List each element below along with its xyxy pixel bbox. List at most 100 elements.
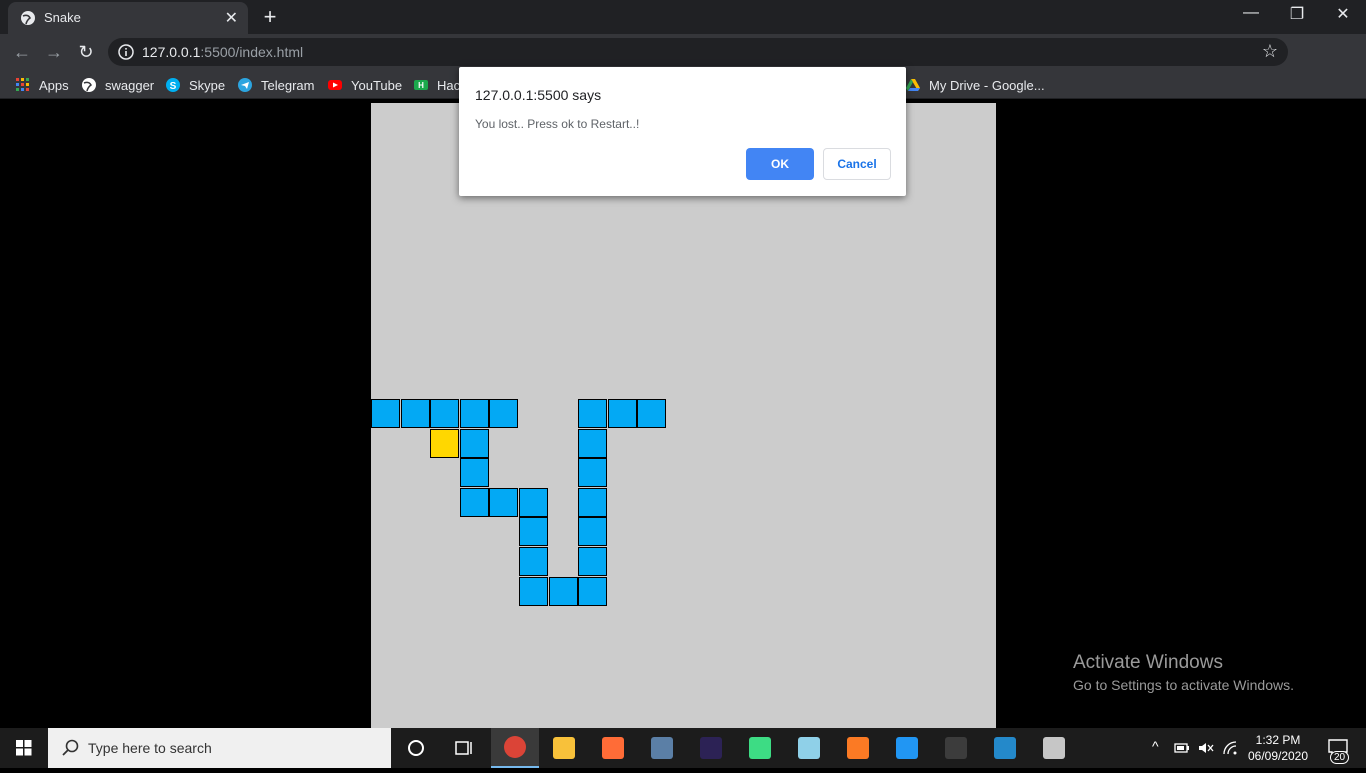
hackerrank-icon: H [414, 80, 428, 90]
food-cell [430, 429, 459, 458]
clock-date: 06/09/2020 [1247, 749, 1309, 763]
taskbar-app-eclipse[interactable] [687, 728, 735, 768]
search-placeholder: Type here to search [88, 740, 212, 756]
watermark-title: Activate Windows [1073, 652, 1223, 673]
chrome-icon [504, 736, 526, 758]
new-tab-icon[interactable]: + [260, 4, 280, 30]
minimize-icon[interactable]: — [1228, 4, 1274, 22]
restore-icon[interactable]: ❐ [1274, 4, 1320, 24]
skype-icon: S [166, 78, 180, 92]
dialog-message: You lost.. Press ok to Restart..! [475, 117, 640, 131]
snake-segment [578, 399, 607, 428]
taskbar-app-vscode[interactable] [981, 728, 1029, 768]
bookmark-hackerrank[interactable]: H Hac [414, 76, 460, 94]
task-view-icon [455, 741, 472, 755]
snake-segment [549, 577, 578, 606]
bookmark-google-drive[interactable]: My Drive - Google... [906, 76, 1045, 94]
snake-segment [401, 399, 430, 428]
tab-strip: Snake ✕ + — ❐ ✕ [0, 0, 1366, 34]
snake-segment [578, 429, 607, 458]
taskbar-app-paint[interactable] [1030, 728, 1078, 768]
watermark-subtitle: Go to Settings to activate Windows. [1073, 677, 1294, 693]
bookmark-label: Skype [189, 77, 226, 93]
bookmark-youtube[interactable]: YouTube [328, 76, 402, 94]
dialog-origin: 127.0.0.1:5500 says [475, 87, 602, 103]
bookmark-apps[interactable]: Apps [16, 76, 69, 94]
url-text: 127.0.0.1:5500/index.html [142, 44, 303, 60]
taskbar-app-xampp[interactable] [834, 728, 882, 768]
clock-time: 1:32 PM [1255, 733, 1301, 747]
vscode-icon [994, 737, 1016, 759]
address-bar[interactable]: 127.0.0.1:5500/index.html ☆ [108, 38, 1288, 66]
terminal-icon [945, 737, 967, 759]
taskbar-app-android-studio[interactable] [736, 728, 784, 768]
activate-windows-watermark: Activate Windows Go to Settings to activ… [1073, 652, 1294, 693]
apps-grid-icon [16, 78, 29, 91]
bookmark-swagger[interactable]: swagger [82, 76, 154, 94]
snake-segment [460, 488, 489, 517]
bookmark-skype[interactable]: S Skype [166, 76, 225, 94]
snake-segment [578, 488, 607, 517]
bookmark-star-icon[interactable]: ☆ [1262, 41, 1278, 62]
action-center-button[interactable]: 20 [1326, 736, 1350, 764]
snake-segment [578, 517, 607, 546]
snake-segment [519, 488, 548, 517]
cortana-button[interactable] [392, 728, 440, 768]
ok-button[interactable]: OK [746, 148, 814, 180]
cancel-button[interactable]: Cancel [823, 148, 891, 180]
taskbar-app-file-explorer[interactable] [540, 728, 588, 768]
snake-segment [489, 488, 518, 517]
bookmark-label: swagger [105, 77, 155, 93]
taskbar-app-notepad[interactable] [785, 728, 833, 768]
cortana-icon [408, 740, 424, 756]
taskbar-app-chrome[interactable] [491, 728, 539, 768]
back-icon[interactable]: ← [10, 40, 34, 64]
url-host: 127.0.0.1 [142, 44, 201, 60]
forward-icon[interactable]: → [42, 40, 66, 64]
window-close-icon[interactable]: ✕ [1320, 4, 1366, 24]
bookmark-label: My Drive - Google... [929, 77, 1045, 93]
youtube-icon [328, 80, 342, 90]
taskbar-app-wps-writer[interactable] [883, 728, 931, 768]
tab-title: Snake [44, 10, 81, 25]
google-drive-icon [906, 79, 920, 91]
alert-dialog: 127.0.0.1:5500 says You lost.. Press ok … [459, 67, 906, 196]
browser-tab[interactable]: Snake ✕ [8, 2, 248, 34]
snake-segment [371, 399, 400, 428]
snake-segment [637, 399, 666, 428]
snake-segment [578, 458, 607, 487]
wps-writer-icon [896, 737, 918, 759]
snake-segment [430, 399, 459, 428]
tab-close-icon[interactable]: ✕ [225, 8, 238, 28]
game-board [371, 103, 996, 728]
taskbar-search[interactable]: Type here to search [48, 728, 391, 768]
volume-muted-icon[interactable] [1198, 741, 1214, 755]
task-view-button[interactable] [440, 728, 488, 768]
taskbar-app-postman[interactable] [589, 728, 637, 768]
taskbar-app-terminal[interactable] [932, 728, 980, 768]
telegram-icon [238, 78, 252, 92]
taskbar: Type here to search ^ 1:32 PM 06/09/2020… [0, 728, 1366, 768]
taskbar-app-mysql-workbench[interactable] [638, 728, 686, 768]
bookmark-telegram[interactable]: Telegram [238, 76, 314, 94]
file-explorer-icon [553, 737, 575, 759]
system-clock[interactable]: 1:32 PM 06/09/2020 [1240, 732, 1316, 764]
snake-segment [489, 399, 518, 428]
bookmark-label: YouTube [351, 77, 403, 93]
eclipse-icon [700, 737, 722, 759]
snake-segment [578, 547, 607, 576]
reload-icon[interactable]: ↻ [74, 40, 98, 64]
show-hidden-icons[interactable]: ^ [1152, 738, 1159, 754]
xampp-icon [847, 737, 869, 759]
battery-icon[interactable] [1174, 741, 1190, 755]
wifi-icon[interactable] [1222, 740, 1238, 756]
snake-segment [519, 577, 548, 606]
svg-text:H: H [418, 81, 424, 90]
start-button[interactable] [0, 728, 48, 768]
search-icon [62, 739, 79, 756]
bookmark-label: Hac [437, 77, 461, 93]
site-info-icon[interactable] [118, 44, 134, 60]
android-studio-icon [749, 737, 771, 759]
snake-segment [460, 429, 489, 458]
snake-segment [519, 517, 548, 546]
